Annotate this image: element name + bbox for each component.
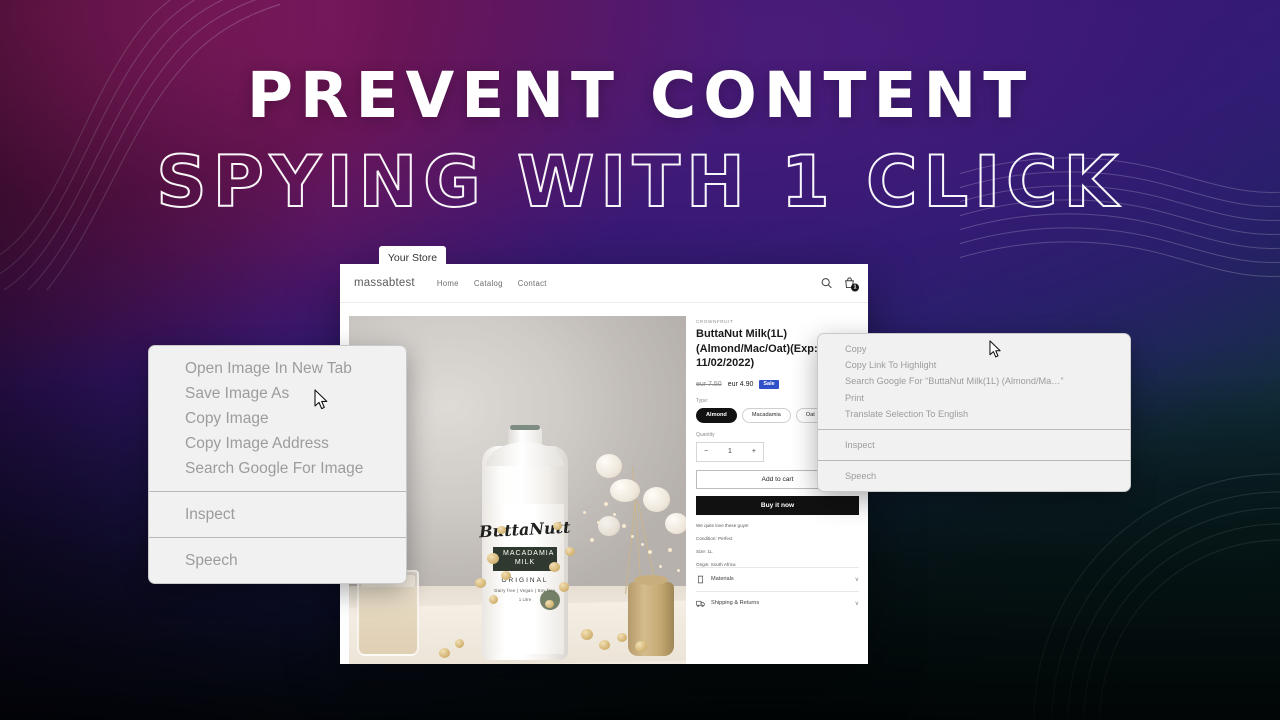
- menu-item-speech[interactable]: Speech: [149, 548, 406, 573]
- menu-item-copy[interactable]: Copy: [818, 341, 1130, 357]
- menu-item-copy-image[interactable]: Copy Image: [149, 406, 406, 431]
- context-menu-group-inspect: Inspect: [149, 491, 406, 537]
- nav-item-catalog[interactable]: Catalog: [474, 279, 503, 288]
- context-menu-group-speech: Speech: [818, 460, 1130, 491]
- quantity-value[interactable]: 1: [728, 448, 732, 455]
- description-line-1: We quite love these guys!: [696, 522, 749, 528]
- menu-item-search-google-for-selection[interactable]: Search Google For “ButtaNut Milk(1L) (Al…: [818, 373, 1130, 389]
- mouse-cursor-right: [989, 340, 1003, 364]
- menu-item-print[interactable]: Print: [818, 390, 1130, 406]
- browser-tab-your-store[interactable]: Your Store: [379, 246, 446, 269]
- menu-item-inspect[interactable]: Inspect: [818, 437, 1130, 453]
- nav-item-contact[interactable]: Contact: [518, 279, 547, 288]
- header-icons: 1: [820, 277, 859, 292]
- mouse-cursor-left: [314, 389, 330, 416]
- context-menu-group-inspect: Inspect: [818, 429, 1130, 460]
- menu-item-copy-image-address[interactable]: Copy Image Address: [149, 431, 406, 456]
- menu-item-speech[interactable]: Speech: [818, 468, 1130, 484]
- site-header: massabtest Home Catalog Contact 1: [340, 264, 868, 303]
- quantity-increment-button[interactable]: +: [752, 448, 756, 455]
- context-menu-group-text-actions: Copy Copy Link To Highlight Search Googl…: [818, 334, 1130, 429]
- site-nav: Home Catalog Contact: [437, 279, 547, 288]
- accordion-shipping-label: Shipping & Returns: [711, 600, 760, 607]
- context-menu-group-image-actions: Open Image In New Tab Save Image As Copy…: [149, 346, 406, 491]
- price-sale: eur 4.90: [727, 380, 754, 388]
- cart-count-badge: 1: [851, 283, 859, 292]
- quantity-decrement-button[interactable]: −: [704, 448, 708, 455]
- nav-item-home[interactable]: Home: [437, 279, 459, 288]
- menu-item-save-image-as[interactable]: Save Image As: [149, 381, 406, 406]
- context-menu-group-speech: Speech: [149, 537, 406, 583]
- quantity-stepper[interactable]: − 1 +: [696, 441, 764, 462]
- headline: PREVENT CONTENT SPYING WITH 1 CLICK: [0, 59, 1280, 223]
- browser-window: massabtest Home Catalog Contact 1 ButtaN…: [340, 264, 868, 664]
- headline-line-2: SPYING WITH 1 CLICK: [155, 141, 1124, 223]
- chevron-down-icon[interactable]: ∨: [855, 576, 859, 583]
- accordion-shipping-returns[interactable]: Shipping & Returns ∨: [696, 590, 859, 615]
- accordion-materials[interactable]: Materials ∨: [696, 566, 859, 591]
- buy-it-now-button[interactable]: Buy it now: [696, 495, 859, 515]
- price-original: eur 7.50: [696, 380, 722, 388]
- description-line-2: Condition: Perfect: [696, 535, 733, 541]
- sale-badge: Sale: [759, 379, 779, 389]
- browser-tab-label: Your Store: [387, 251, 438, 264]
- context-menu-image[interactable]: Open Image In New Tab Save Image As Copy…: [148, 345, 407, 584]
- description-line-3: Size: 1L: [696, 548, 713, 554]
- bottle-volume: 1 Litre: [518, 596, 532, 602]
- search-icon[interactable]: [820, 277, 833, 290]
- variant-option-almond[interactable]: Almond: [696, 407, 737, 423]
- menu-item-translate-selection-to-english[interactable]: Translate Selection To English: [818, 406, 1130, 422]
- product-section: ButtaNutt MACADAMIA MILK ORIGINAL Dairy …: [340, 303, 868, 664]
- context-menu-text[interactable]: Copy Copy Link To Highlight Search Googl…: [817, 333, 1131, 493]
- chevron-down-icon[interactable]: ∨: [855, 600, 859, 607]
- variant-option-macadamia[interactable]: Macadamia: [741, 407, 791, 423]
- menu-item-open-image-in-new-tab[interactable]: Open Image In New Tab: [149, 356, 406, 381]
- product-vendor: CROWNFRUIT: [696, 319, 734, 324]
- truck-icon: [696, 599, 705, 608]
- menu-item-copy-link-to-highlight[interactable]: Copy Link To Highlight: [818, 357, 1130, 373]
- store-name[interactable]: massabtest: [354, 277, 415, 289]
- menu-item-search-google-for-image[interactable]: Search Google For Image: [149, 456, 406, 481]
- accordion-materials-label: Materials: [711, 576, 734, 583]
- menu-item-inspect[interactable]: Inspect: [149, 502, 406, 527]
- materials-icon: [696, 575, 705, 584]
- cart-icon[interactable]: 1: [843, 277, 859, 292]
- bottle-product-line: MACADAMIA MILK: [493, 547, 557, 571]
- headline-line-1: PREVENT CONTENT: [246, 59, 1034, 132]
